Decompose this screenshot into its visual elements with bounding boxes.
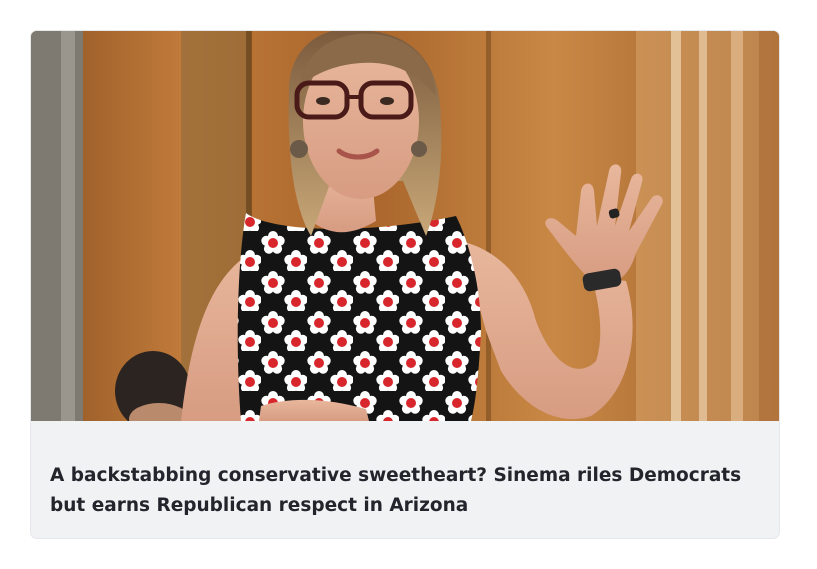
news-card[interactable]: A backstabbing conservative sweetheart? …: [31, 31, 779, 538]
article-photo[interactable]: [31, 31, 779, 421]
article-photo-illustration: [31, 31, 779, 421]
article-headline[interactable]: A backstabbing conservative sweetheart? …: [50, 461, 750, 521]
